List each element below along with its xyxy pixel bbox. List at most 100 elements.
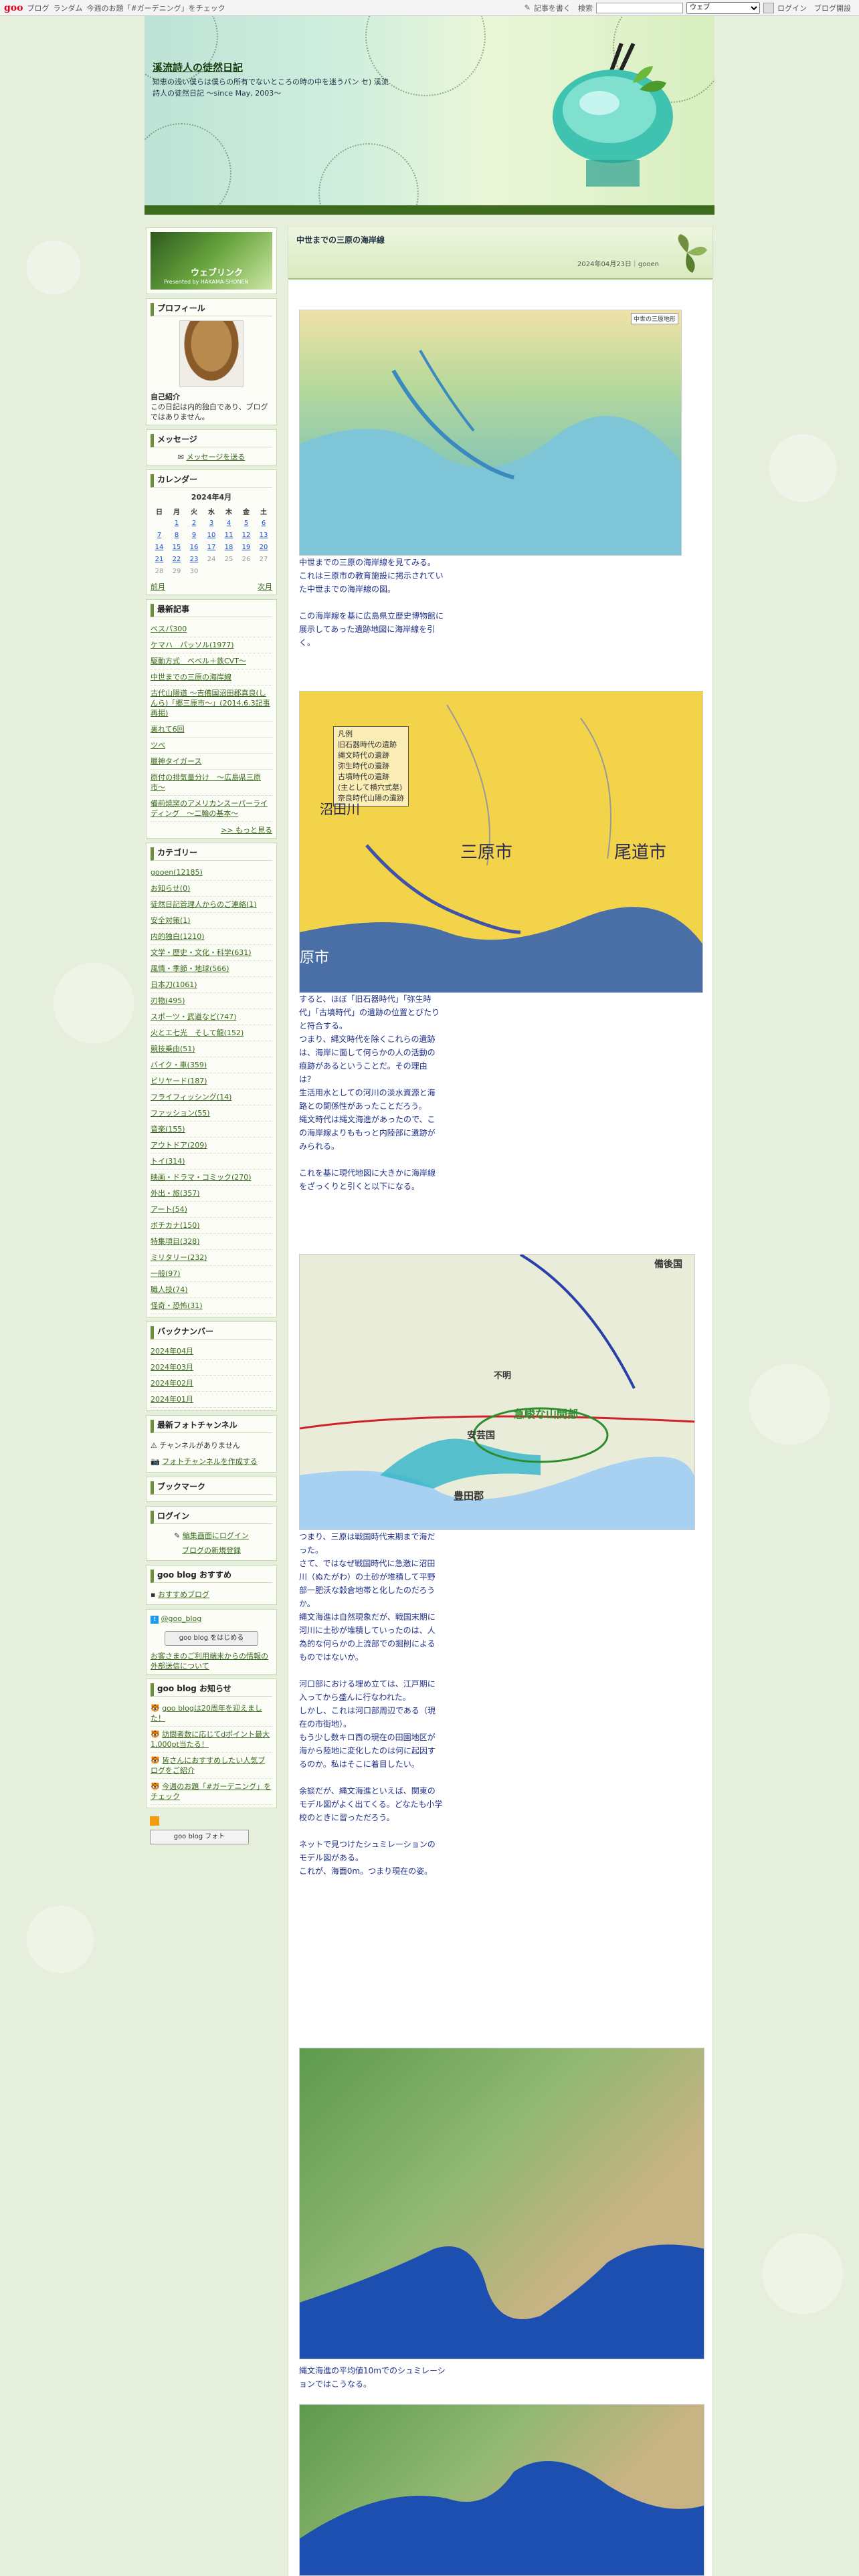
calendar-day-link[interactable]: 20 bbox=[255, 541, 272, 553]
sidebar-banner[interactable]: ウェブリンク Presented by HAKAMA-SHONEN bbox=[146, 227, 277, 294]
calendar-day-link[interactable]: 17 bbox=[203, 541, 220, 553]
calendar-day-link[interactable]: 21 bbox=[151, 553, 168, 565]
backnumber-link[interactable]: 2024年04月 bbox=[151, 1347, 193, 1356]
category-link[interactable]: 火とエ七光 そして龍(152) bbox=[151, 1029, 244, 1037]
recent-post-link[interactable]: ベスパ300 bbox=[151, 625, 187, 633]
rss-icon[interactable] bbox=[150, 1816, 159, 1826]
topbar-link-random[interactable]: ランダム bbox=[53, 3, 82, 13]
calendar-day-link[interactable]: 6 bbox=[255, 517, 272, 529]
news-link[interactable]: 訪問者数に応じてdポイント最大1,000pt当たる！ bbox=[151, 1730, 270, 1749]
category-link[interactable]: 内的独白(1210) bbox=[151, 932, 205, 941]
recommend-link[interactable]: おすすめブログ bbox=[158, 1590, 209, 1599]
edit-login-link[interactable]: 編集画面にログイン bbox=[183, 1531, 249, 1540]
calendar-day-link[interactable]: 5 bbox=[237, 517, 255, 529]
category-link[interactable]: 安全対策(1) bbox=[151, 916, 191, 925]
category-link[interactable]: ビリヤード(187) bbox=[151, 1077, 207, 1085]
category-link[interactable]: 職人技(74) bbox=[151, 1285, 188, 1294]
category-link[interactable]: アート(54) bbox=[151, 1205, 187, 1214]
send-message-link[interactable]: メッセージを送る bbox=[186, 453, 245, 461]
recent-post-link[interactable]: 原付の排気量分け 〜広島県三原市〜 bbox=[151, 773, 261, 792]
category-link[interactable]: お知らせ(0) bbox=[151, 884, 190, 893]
create-photo-channel-link[interactable]: フォトチャンネルを作成する bbox=[162, 1457, 258, 1466]
calendar-day-link[interactable]: 22 bbox=[168, 553, 185, 565]
backnumber-link[interactable]: 2024年03月 bbox=[151, 1363, 193, 1372]
calendar-day-link[interactable]: 18 bbox=[220, 541, 237, 553]
backnumber-link[interactable]: 2024年01月 bbox=[151, 1395, 193, 1404]
category-link[interactable]: バイク・車(359) bbox=[151, 1061, 207, 1069]
search-input[interactable] bbox=[596, 2, 683, 13]
calendar-day-link[interactable]: 9 bbox=[185, 529, 203, 541]
category-link[interactable]: 風情・季節・地球(566) bbox=[151, 964, 229, 973]
profile-avatar[interactable] bbox=[179, 320, 244, 387]
calendar-day-link[interactable]: 10 bbox=[203, 529, 220, 541]
category-link[interactable]: 徒然日記管理人からのご連絡(1) bbox=[151, 900, 257, 909]
goo-photo-button[interactable]: goo blog フォト bbox=[150, 1830, 249, 1844]
recent-post-link[interactable]: 古代山陽道 〜吉備国沼田郡真良(しんら)「郷三原市〜」(2014.6.3記事再掲… bbox=[151, 689, 270, 718]
category-link[interactable]: 刃物(495) bbox=[151, 996, 185, 1005]
recent-post-link[interactable]: 備前焼窯のアメリカンスーパーライディング 〜二輪の基本〜 bbox=[151, 799, 268, 818]
category-link[interactable]: 怪奇・恐怖(31) bbox=[151, 1301, 203, 1310]
calendar-day-link[interactable]: 3 bbox=[203, 517, 220, 529]
calendar-next-link[interactable]: 次月 bbox=[258, 581, 272, 592]
recent-post-link[interactable]: 中世までの三原の海岸線 bbox=[151, 673, 231, 681]
category-link[interactable]: 音楽(155) bbox=[151, 1125, 185, 1134]
category-link[interactable]: 文学・歴史・文化・科学(631) bbox=[151, 948, 252, 957]
twitter-link[interactable]: @goo_blog bbox=[161, 1614, 202, 1623]
category-link[interactable]: ファッション(55) bbox=[151, 1109, 210, 1117]
new-blog-link[interactable]: ブログの新規登録 bbox=[182, 1546, 241, 1555]
shaved-ice-glass-image bbox=[553, 43, 673, 187]
recent-post-link[interactable]: 臘神タイガース bbox=[151, 757, 201, 766]
login-link[interactable]: ログイン bbox=[777, 3, 807, 13]
topbar-link-blog[interactable]: ブログ bbox=[27, 3, 49, 13]
category-link[interactable]: 一般(97) bbox=[151, 1269, 181, 1278]
calendar-day-link[interactable]: 15 bbox=[168, 541, 185, 553]
calendar-day-link[interactable]: 7 bbox=[151, 529, 168, 541]
recent-post-link[interactable]: ケマハ パッソル(1977) bbox=[151, 641, 234, 649]
recent-post-link[interactable]: ツベ bbox=[151, 741, 165, 750]
category-link[interactable]: 外出・旅(357) bbox=[151, 1189, 200, 1198]
calendar-day-link[interactable]: 13 bbox=[255, 529, 272, 541]
entry-title[interactable]: 中世までの三原の海岸線 bbox=[296, 234, 385, 245]
calendar-day-link[interactable]: 2 bbox=[185, 517, 203, 529]
calendar-day-link[interactable]: 11 bbox=[220, 529, 237, 541]
backnumber-link[interactable]: 2024年02月 bbox=[151, 1379, 193, 1388]
start-blog-link[interactable]: ブログ開設 bbox=[814, 3, 851, 13]
category-link[interactable]: トイ(314) bbox=[151, 1157, 185, 1166]
recent-more-link[interactable]: >> もっと見る bbox=[221, 826, 272, 835]
calendar-day-link[interactable]: 14 bbox=[151, 541, 168, 553]
calendar-day-link[interactable]: 23 bbox=[185, 553, 203, 565]
header-band bbox=[145, 205, 714, 215]
news-link[interactable]: 皆さんにおすすめしたい人気ブログをご紹介 bbox=[151, 1756, 265, 1775]
calendar-prev-link[interactable]: 前月 bbox=[151, 581, 165, 592]
category-link[interactable]: スポーツ・武道など(747) bbox=[151, 1012, 236, 1021]
calendar-day-link[interactable]: 12 bbox=[237, 529, 255, 541]
category-link[interactable]: フライフィッシング(14) bbox=[151, 1093, 231, 1101]
category-link[interactable]: 競技乗由(51) bbox=[151, 1045, 195, 1053]
topbar-link-theme[interactable]: 今週のお題「#ガーデニング」をチェック bbox=[86, 3, 225, 13]
calendar-day-link[interactable]: 16 bbox=[185, 541, 203, 553]
recent-post-link[interactable]: 裏れて6回 bbox=[151, 725, 185, 734]
calendar-day-link[interactable]: 8 bbox=[168, 529, 185, 541]
category-link[interactable]: ミリタリー(232) bbox=[151, 1253, 207, 1262]
blog-title[interactable]: 溪流詩人の徒然日記 bbox=[153, 60, 243, 74]
calendar-day-link[interactable]: 1 bbox=[168, 517, 185, 529]
search-button[interactable] bbox=[763, 2, 774, 13]
calendar-day-link[interactable]: 4 bbox=[220, 517, 237, 529]
calendar-day-link[interactable]: 19 bbox=[237, 541, 255, 553]
post-article-link[interactable]: 記事を書く bbox=[534, 3, 571, 13]
category-link[interactable]: 日本刀(1061) bbox=[151, 980, 197, 989]
news-link[interactable]: 今週のお題「#ガーデニング」をチェック bbox=[151, 1782, 271, 1801]
recent-post-link[interactable]: 駆動方式 ベベル＋鉄CVT〜 bbox=[151, 657, 246, 665]
search-scope-select[interactable]: ウェブ bbox=[686, 1, 760, 14]
news-link[interactable]: goo blogは20周年を迎えました！ bbox=[151, 1704, 262, 1723]
category-link[interactable]: 特集項目(328) bbox=[151, 1237, 200, 1246]
entry-text: 縄文海進の平均値10mでのシュミレーションではこうなる。 bbox=[299, 2366, 446, 2389]
category-link[interactable]: アウトドア(209) bbox=[151, 1141, 207, 1150]
external-info-link[interactable]: お客さまのご利用端末からの情報の外部送信について bbox=[151, 1652, 268, 1671]
goo-logo[interactable]: goo bbox=[4, 3, 23, 13]
bookmark-box: ブックマーク bbox=[146, 1477, 277, 1502]
category-link[interactable]: gooen(12185) bbox=[151, 868, 203, 877]
category-link[interactable]: ボチカナ(150) bbox=[151, 1221, 200, 1230]
start-blog-button[interactable]: goo blog をはじめる bbox=[165, 1631, 258, 1646]
category-link[interactable]: 映画・ドラマ・コミック(270) bbox=[151, 1173, 252, 1182]
